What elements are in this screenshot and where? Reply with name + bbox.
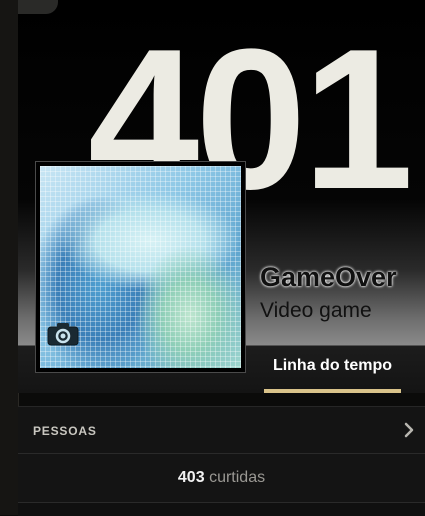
page-name[interactable]: GameOver [260,262,397,293]
left-rail [0,0,19,515]
camera-icon[interactable] [47,322,79,346]
cover-corner-tab [18,0,58,14]
next-section-edge [18,502,425,516]
page-category: Video game [260,299,372,322]
tab-timeline[interactable]: Linha do tempo [264,346,401,393]
people-title: PESSOAS [33,424,97,438]
likes-count: 403 [177,469,205,486]
people-header[interactable]: PESSOAS [18,407,425,454]
chevron-right-icon [404,422,414,438]
likes-row[interactable]: 403 curtidas [18,469,425,487]
people-panel: PESSOAS 403 curtidas [18,406,425,516]
profile-picture-frame[interactable] [35,161,246,373]
likes-label: curtidas [209,469,266,486]
